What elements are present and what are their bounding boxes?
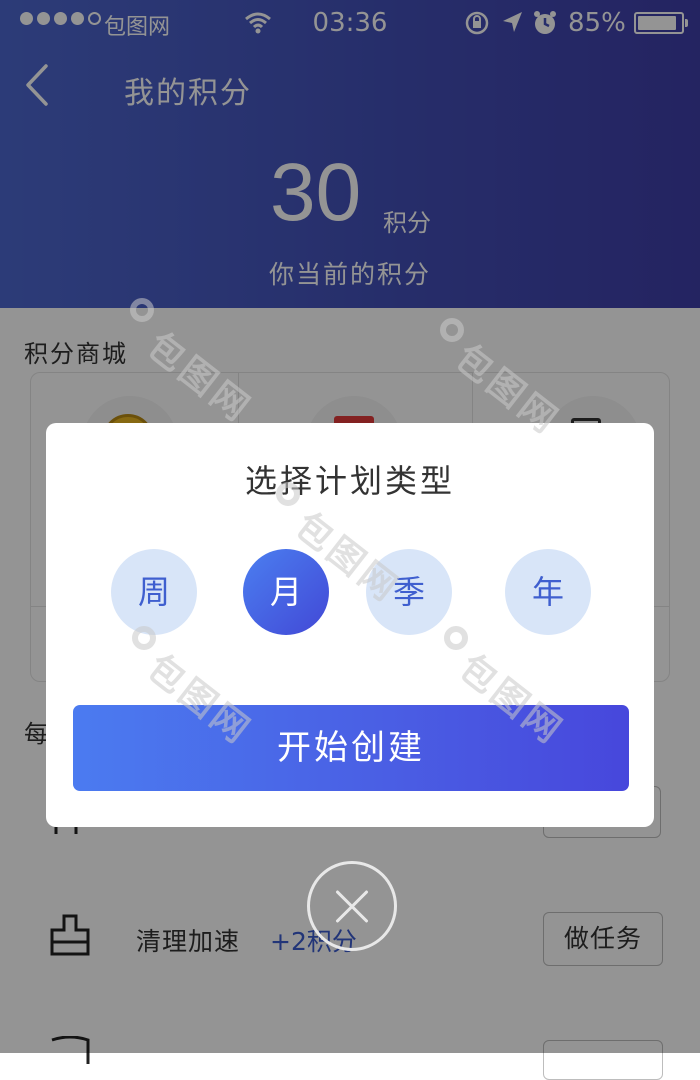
watermark-logo — [130, 298, 154, 322]
plan-option-year[interactable]: 年 — [505, 549, 591, 635]
dialog-title: 选择计划类型 — [244, 462, 455, 500]
plan-option-week[interactable]: 周 — [111, 549, 197, 635]
watermark-logo — [440, 318, 464, 342]
watermark-logo — [276, 482, 300, 506]
watermark-logo — [444, 626, 468, 650]
watermark-logo — [132, 626, 156, 650]
close-icon[interactable] — [307, 861, 397, 951]
